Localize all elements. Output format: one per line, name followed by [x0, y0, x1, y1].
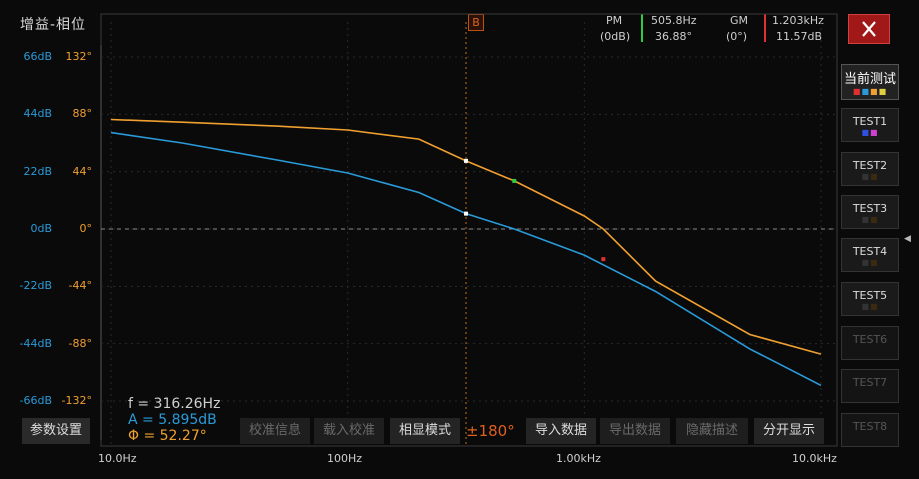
test8-label: TEST8: [852, 420, 888, 433]
cursor-phase-point: [464, 158, 469, 163]
plot-frame: [100, 13, 838, 447]
test3-button[interactable]: TEST3 ■■: [841, 195, 899, 229]
gain-tick-label-6: -66dB: [19, 394, 53, 407]
cursor-gain-point: [464, 211, 469, 216]
test2-swatches: ■■: [861, 172, 879, 181]
test4-button[interactable]: TEST4 ■■: [841, 238, 899, 272]
current-test-button[interactable]: 当前测试 ■■■■: [841, 64, 899, 100]
plot-grid: [101, 22, 837, 446]
gain-tick-label-2: 22dB: [23, 164, 52, 178]
params-settings-button[interactable]: 参数设置: [22, 418, 90, 444]
import-data-button[interactable]: 导入数据: [526, 418, 596, 444]
phase-tick-label-4: -44°: [68, 279, 92, 293]
test4-label: TEST4: [852, 245, 888, 258]
test6-label: TEST6: [852, 333, 888, 346]
test6-button[interactable]: TEST6: [841, 326, 899, 360]
test5-swatches: ■■: [861, 302, 879, 311]
current-test-swatches: ■■■■: [852, 87, 888, 96]
test3-swatches: ■■: [861, 215, 879, 224]
test4-swatches: ■■: [861, 258, 879, 267]
hide-desc-button[interactable]: 隐藏描述: [676, 418, 748, 444]
phase-tick-label-0: 132°: [65, 50, 93, 63]
phase-tick-label-6: -132°: [61, 394, 92, 407]
phase-tick-label-5: -88°: [68, 336, 92, 350]
phase-tick-label-3: 0°: [79, 222, 93, 235]
gain-tick-label-3: 0dB: [30, 222, 52, 235]
x-tick-label-0: 10.0Hz: [98, 452, 137, 465]
cursor-phase-readout: Φ = 52.27°: [128, 428, 207, 444]
export-data-button[interactable]: 导出数据: [600, 418, 670, 444]
test2-label: TEST2: [852, 159, 888, 172]
gain-tick-label-5: -44dB: [19, 336, 53, 350]
gm-marker-point: [601, 257, 606, 262]
phase-range-label: ±180°: [466, 422, 515, 440]
test5-button[interactable]: TEST5 ■■: [841, 282, 899, 316]
test7-button[interactable]: TEST7: [841, 369, 899, 403]
load-calib-button[interactable]: 载入校准: [314, 418, 384, 444]
phase-tick-label-1: 88°: [72, 107, 93, 121]
cursor-gain-readout: A = 5.895dB: [128, 412, 217, 428]
current-test-label: 当前测试: [843, 72, 896, 87]
gain-tick-label-0: 66dB: [23, 50, 52, 63]
split-view-button[interactable]: 分开显示: [754, 418, 824, 444]
test8-button[interactable]: TEST8: [841, 413, 899, 447]
gain-tick-label-1: 44dB: [23, 107, 52, 121]
test5-label: TEST5: [852, 289, 888, 302]
gain-tick-label-4: -22dB: [19, 279, 53, 293]
test1-label: TEST1: [852, 115, 888, 128]
pm-marker-point: [512, 178, 517, 183]
test7-label: TEST7: [852, 376, 888, 389]
test1-button[interactable]: TEST1 ■■: [841, 108, 899, 142]
cursor-freq-readout: f = 316.26Hz: [128, 396, 221, 412]
test3-label: TEST3: [852, 202, 888, 215]
x-tick-label-2: 1.00kHz: [556, 452, 601, 465]
phase-mode-button[interactable]: 相显模式: [390, 418, 460, 444]
test1-swatches: ■■: [861, 128, 879, 137]
x-tick-label-3: 10.0kHz: [792, 452, 837, 465]
phase-tick-label-2: 44°: [72, 164, 93, 178]
test2-button[interactable]: TEST2 ■■: [841, 152, 899, 186]
calib-info-button[interactable]: 校准信息: [240, 418, 310, 444]
x-tick-label-1: 100Hz: [327, 452, 363, 465]
chevron-left-icon[interactable]: ◀: [904, 234, 911, 244]
